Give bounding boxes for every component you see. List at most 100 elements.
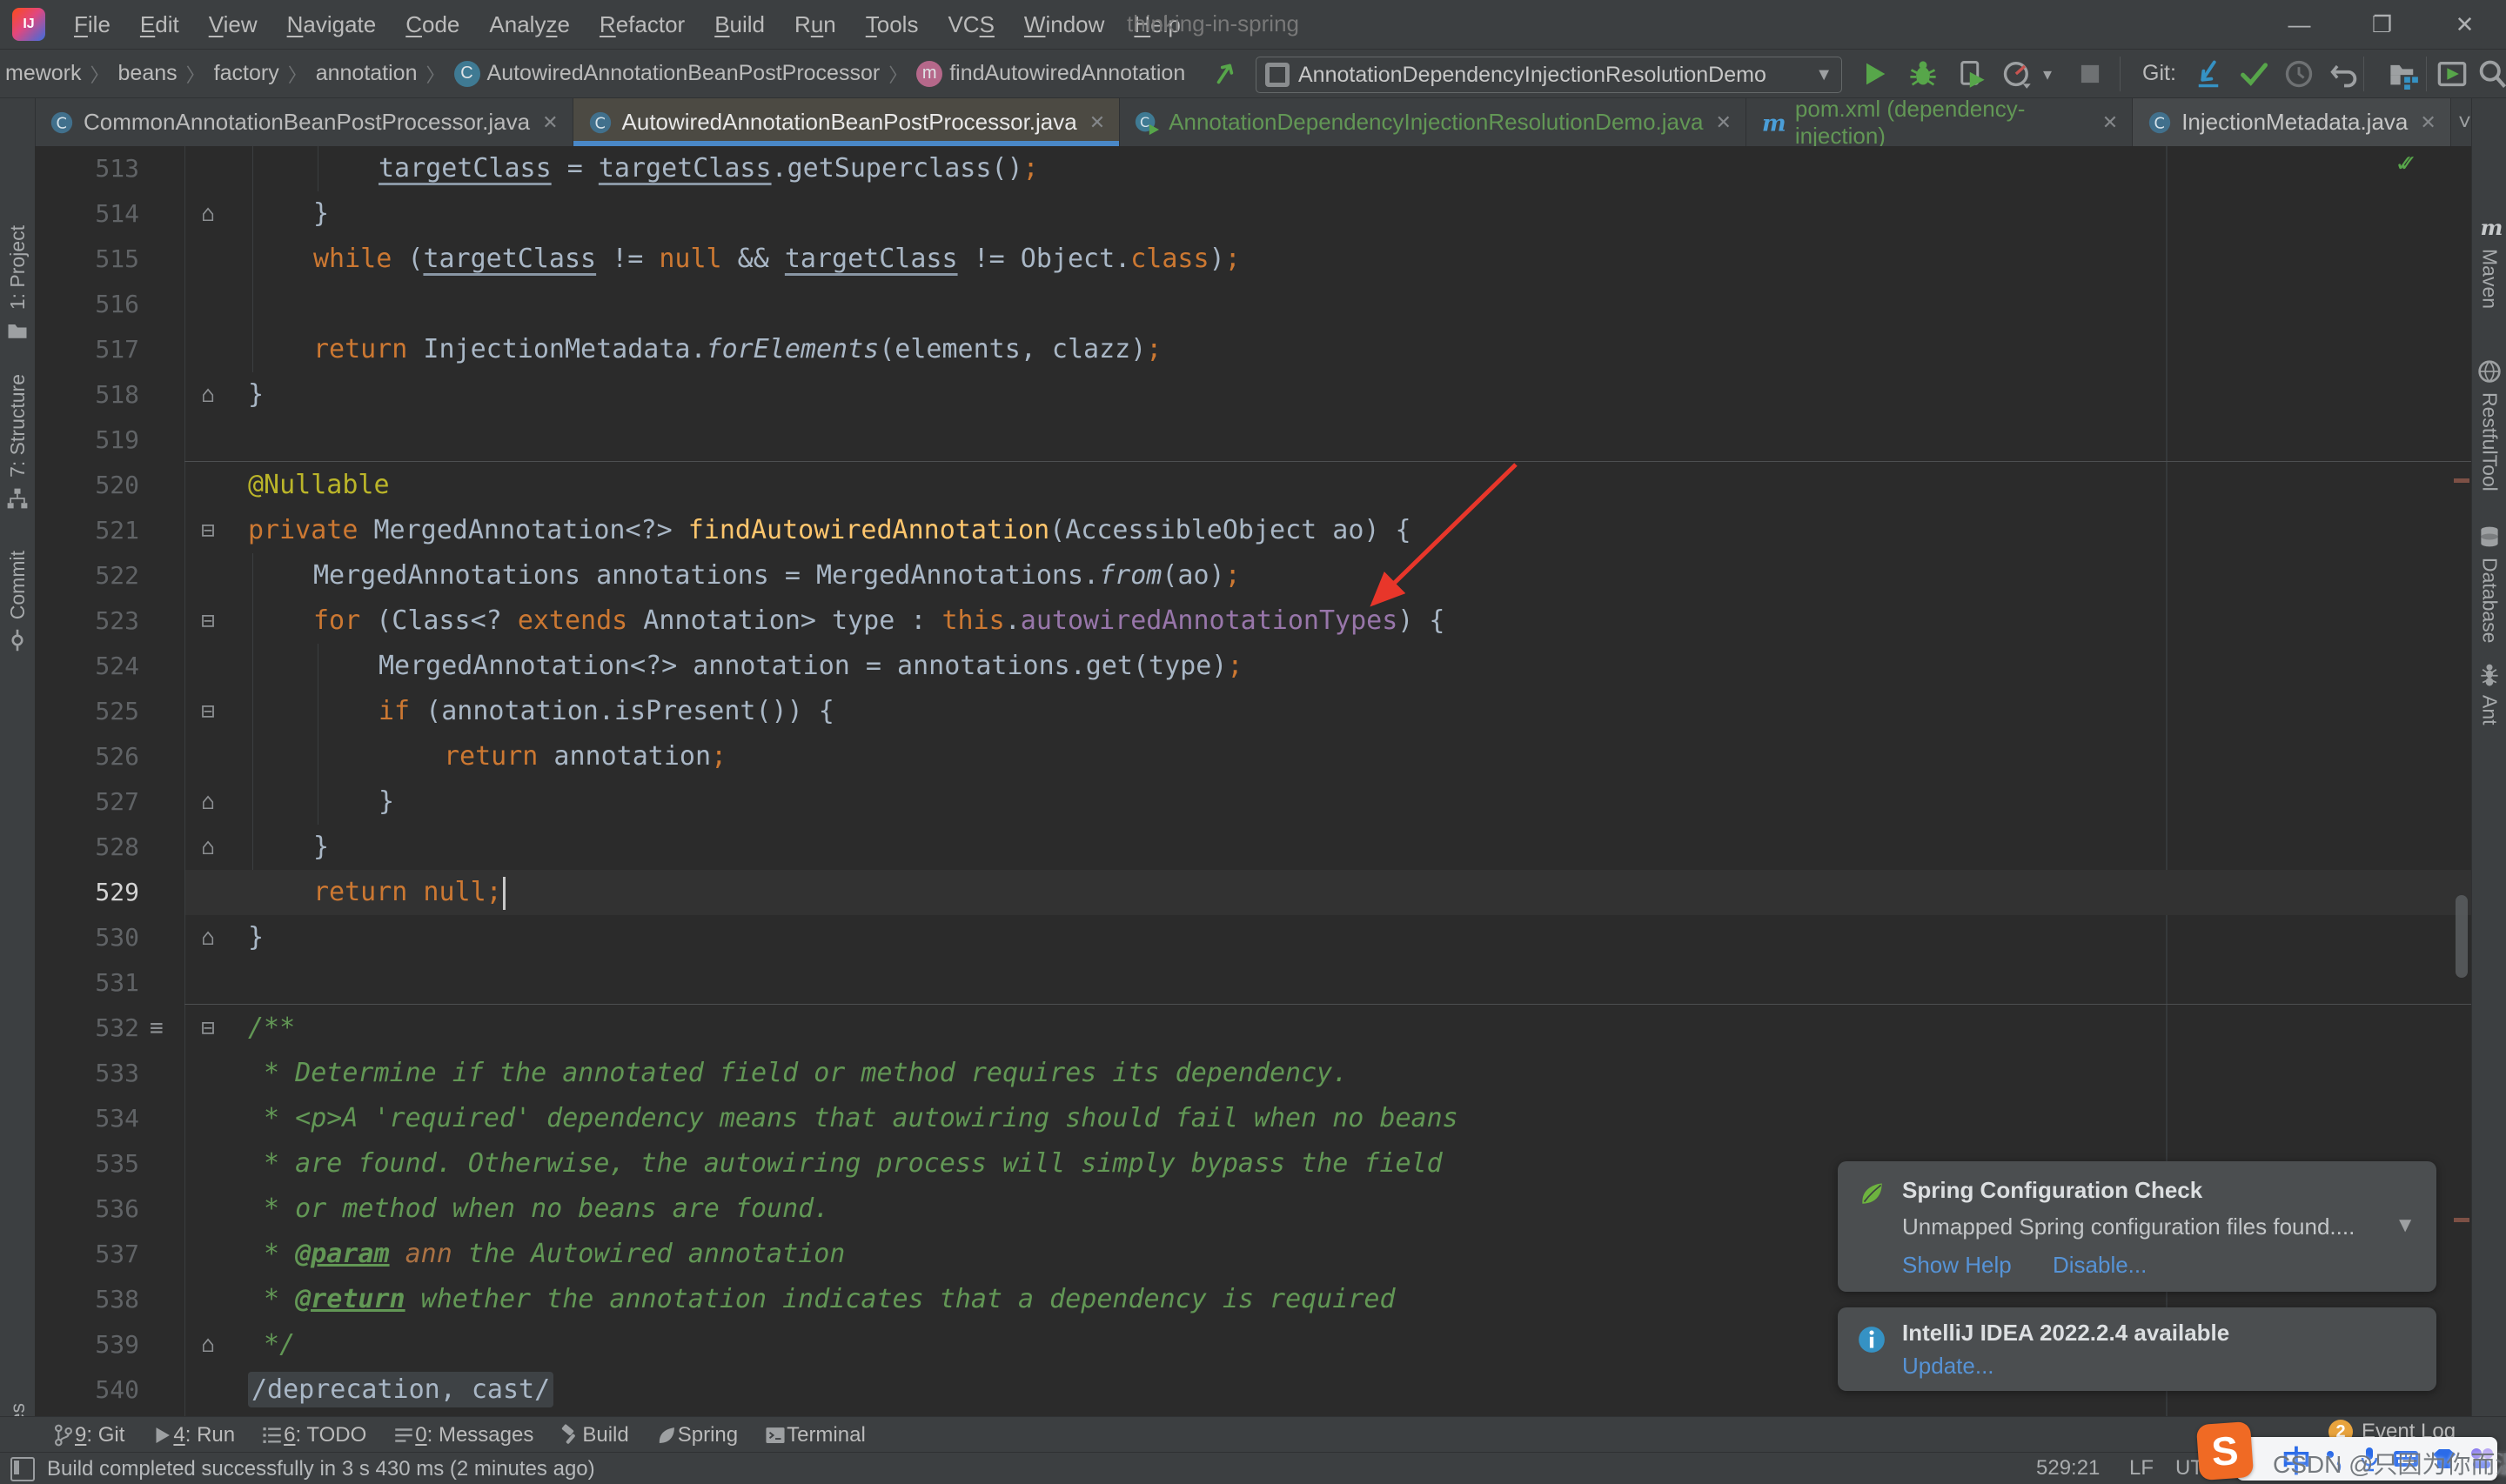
toolwindow-run-button[interactable]: 4: Run: [151, 1423, 235, 1447]
hidden-tabs-chevron-icon[interactable]: ˅: [2458, 109, 2471, 136]
breadcrumb-separator: 〉: [426, 60, 446, 88]
menu-tools[interactable]: Tools: [851, 11, 934, 38]
menu-build[interactable]: Build: [700, 11, 780, 38]
coverage-icon[interactable]: [1956, 58, 1987, 90]
tool-window-button-structure[interactable]: 7: Structure: [0, 374, 35, 519]
editor-scrollbar[interactable]: [2456, 895, 2468, 978]
toolwindow-spring-button[interactable]: Spring: [655, 1423, 738, 1447]
menu-vcs[interactable]: VCS: [933, 11, 1008, 38]
code-line-521: private MergedAnnotation<?> findAutowire…: [184, 508, 1411, 553]
tool-window-button-commit[interactable]: Commit: [0, 551, 35, 661]
breadcrumb-separator: 〉: [186, 60, 205, 88]
menu-code[interactable]: Code: [391, 11, 474, 38]
line-number: 536: [35, 1187, 139, 1232]
menu-file[interactable]: File: [59, 11, 125, 38]
caret-position[interactable]: 529:21: [2036, 1452, 2100, 1484]
window-title: thinking-in-spring: [1127, 10, 1299, 37]
line-number: 539: [35, 1322, 139, 1367]
breadcrumb-item[interactable]: CAutowiredAnnotationBeanPostProcessor: [454, 61, 881, 87]
menu-edit[interactable]: Edit: [125, 11, 194, 38]
menu-run[interactable]: Run: [780, 11, 851, 38]
code-line-529: return null;: [184, 870, 506, 915]
profiler-icon[interactable]: [2001, 58, 2033, 90]
tool-window-buttons: 9: Git 4: Run 6: TODO 0: Messages Build Sprin…: [52, 1423, 892, 1447]
bug-icon[interactable]: [1907, 58, 1939, 90]
line-number: 524: [35, 644, 139, 689]
breadcrumb-item[interactable]: mfindAutowiredAnnotation: [916, 61, 1185, 87]
play-green-icon[interactable]: [1859, 58, 1890, 90]
close-tab-icon[interactable]: ✕: [1715, 111, 1731, 134]
show-help-link[interactable]: Show Help: [1902, 1252, 2012, 1278]
tab-commonannotationbeanpostproces[interactable]: CCommonAnnotationBeanPostProcessor.java✕: [35, 98, 573, 146]
svg-text:C: C: [56, 114, 66, 132]
toolwindow-todo-button[interactable]: 6: TODO: [261, 1423, 366, 1447]
notification-title: Spring Configuration Check: [1902, 1177, 2202, 1204]
close-tab-icon[interactable]: ✕: [542, 111, 558, 134]
tool-window-button-database[interactable]: Database: [2472, 516, 2506, 643]
update-link[interactable]: Update...: [1902, 1353, 1994, 1379]
toolwindow-messages-button[interactable]: 0: Messages: [392, 1423, 533, 1447]
error-stripe-mark[interactable]: [2454, 1218, 2469, 1222]
stop-gray-icon[interactable]: [2074, 58, 2106, 90]
terminal-icon: [764, 1424, 787, 1447]
globe-icon: [2477, 359, 2502, 384]
proj-structure-icon[interactable]: [2388, 58, 2419, 90]
run-anything-icon[interactable]: [2436, 58, 2468, 90]
tool-window-button-maven[interactable]: mMaven: [2472, 207, 2506, 309]
code-line-515: while (targetClass != null && targetClas…: [184, 237, 1241, 282]
restore-button[interactable]: ❐: [2341, 0, 2423, 49]
intellij-idea-window: IJ FileEditViewNavigateCodeAnalyzeRefact…: [0, 0, 2506, 1484]
error-stripe-mark[interactable]: [2454, 478, 2469, 483]
toolwindow-terminal-button[interactable]: Terminal: [764, 1423, 866, 1447]
code-line-530: }: [184, 915, 264, 960]
menu-analyze[interactable]: Analyze: [474, 11, 585, 38]
search-icon[interactable]: [2476, 58, 2506, 90]
breadcrumb-item[interactable]: mework: [5, 61, 82, 86]
git-branch-icon: [52, 1424, 75, 1447]
notification-spring-config[interactable]: Spring Configuration Check Unmapped Spri…: [1838, 1161, 2436, 1292]
tab-pom[interactable]: mpom.xml (dependency-injection)✕: [1746, 98, 2133, 146]
tool-window-button-project[interactable]: 1: Project: [0, 225, 35, 351]
rollback-icon[interactable]: [2328, 58, 2360, 90]
line-ending-indicator[interactable]: LF: [2129, 1452, 2154, 1484]
clock-icon[interactable]: [2283, 58, 2315, 90]
tab-annotationdependencyinjectionr[interactable]: CAnnotationDependencyInjectionResolution…: [1120, 98, 1746, 146]
git-update-icon[interactable]: [2193, 58, 2224, 90]
breadcrumb-item[interactable]: factory: [214, 61, 279, 86]
code-line-518: }: [184, 372, 264, 418]
toolwindow-git-button[interactable]: 9: Git: [52, 1423, 124, 1447]
run-configuration-select[interactable]: AnnotationDependencyInjectionResolutionD…: [1256, 57, 1842, 93]
render-doc-icon[interactable]: ≡: [150, 1006, 176, 1051]
inspections-ok-icon[interactable]: ✓✓: [2396, 148, 2403, 178]
close-tab-icon[interactable]: ✕: [2102, 111, 2118, 134]
menu-refactor[interactable]: Refactor: [585, 11, 700, 38]
disable-link[interactable]: Disable...: [2053, 1252, 2147, 1278]
sogou-input-logo[interactable]: S: [2196, 1421, 2254, 1481]
close-tab-icon[interactable]: ✕: [2420, 111, 2436, 134]
tool-window-button-restfultool[interactable]: RestfulTool: [2472, 351, 2506, 491]
tab-injectionmetadata[interactable]: CInjectionMetadata.java✕: [2133, 98, 2451, 146]
tool-window-button-ant[interactable]: Ant: [2472, 653, 2506, 725]
back-arrow-icon[interactable]: [1211, 60, 1241, 90]
line-number: 538: [35, 1277, 139, 1322]
breadcrumb-item[interactable]: annotation: [316, 61, 418, 86]
notification-idea-update[interactable]: IntelliJ IDEA 2022.2.4 available Update.…: [1838, 1307, 2436, 1391]
close-button[interactable]: ✕: [2423, 0, 2506, 49]
check-green-icon[interactable]: [2238, 58, 2269, 90]
menu-window[interactable]: Window: [1009, 11, 1119, 38]
svg-text:m: m: [1762, 110, 1786, 136]
right-tool-stripe: mMaven RestfulTool Database Ant: [2471, 98, 2506, 1416]
close-tab-icon[interactable]: ✕: [1089, 111, 1105, 134]
toolwindow-build-button[interactable]: Build: [559, 1423, 628, 1447]
profiler-chevron-icon[interactable]: ▾: [2043, 64, 2052, 85]
menu-navigate[interactable]: Navigate: [272, 11, 392, 38]
breadcrumb-item[interactable]: beans: [118, 61, 178, 86]
line-number: 513: [35, 146, 139, 191]
menu-view[interactable]: View: [194, 11, 272, 38]
tab-autowiredannotationbeanpostpro[interactable]: CAutowiredAnnotationBeanPostProcessor.ja…: [573, 98, 1121, 146]
toolwindow-toggle-icon[interactable]: [10, 1457, 35, 1481]
class-c-icon: C: [587, 110, 613, 136]
chevron-down-icon[interactable]: ▼: [2395, 1213, 2416, 1238]
code-line-517: return InjectionMetadata.forElements(ele…: [184, 327, 1162, 372]
minimize-button[interactable]: —: [2258, 0, 2341, 49]
